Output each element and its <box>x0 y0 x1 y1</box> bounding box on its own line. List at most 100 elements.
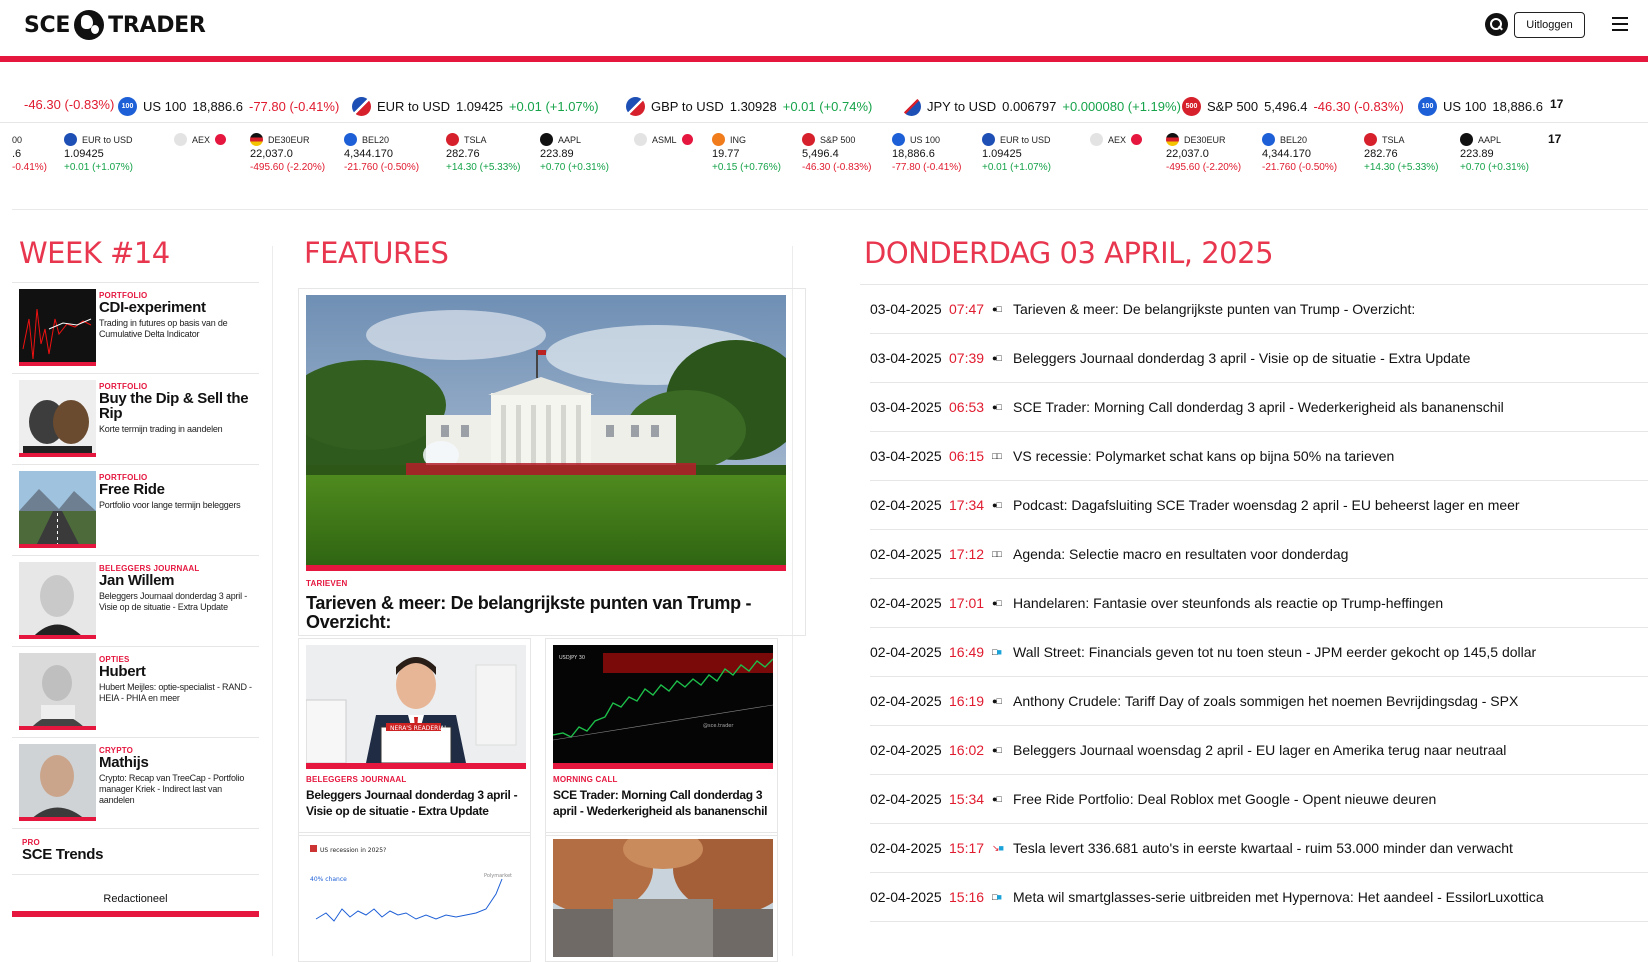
news-row[interactable]: 02-04-2025 17:12 □□ Agenda: Selectie macro … <box>870 530 1648 579</box>
white-house-image <box>306 295 786 565</box>
portfolio-card[interactable]: PORTFOLIO Free Ride Portfolio voor lange t… <box>12 465 259 556</box>
portfolio-title[interactable]: Free Ride <box>99 482 254 497</box>
news-title[interactable]: Wall Street: Financials geven tot nu toe… <box>1013 644 1536 660</box>
mini-ticker[interactable]: DE30EUR 22,037.0 -495.60 (-2.20%) <box>1166 132 1241 175</box>
news-title[interactable]: Beleggers Journaal donderdag 3 april - V… <box>1013 350 1470 366</box>
news-title[interactable]: SCE Trader: Morning Call donderdag 3 apr… <box>1013 399 1504 415</box>
feature-card-recession[interactable]: US recession in 2025? 40% chance Polymar… <box>298 832 531 962</box>
globe-icon <box>74 10 105 40</box>
feature-title[interactable]: Beleggers Journaal donderdag 3 april - V… <box>306 787 523 819</box>
ticker-item[interactable]: 100 US 100 18,886.6 <box>1418 97 1549 116</box>
ticker-item[interactable]: JPY to USD 0.006797 +0.000080 (+1.19%) <box>902 97 1181 116</box>
mini-ticker[interactable]: AEX <box>1090 132 1143 147</box>
mini-ticker[interactable]: US 100 18,886.6 -77.80 (-0.41%) <box>892 132 961 175</box>
feature-card-morning-call[interactable]: USDJPY 30 @sce.trader MORNING CALL SCE T… <box>545 638 778 836</box>
market-icon <box>540 133 553 146</box>
portfolio-card[interactable]: BELEGGERS JOURNAAL Jan Willem Beleggers Jo… <box>12 556 259 647</box>
mini-ticker[interactable]: AAPL 223.89 +0.70 (+0.31%) <box>1460 132 1529 175</box>
portfolio-title[interactable]: Mathijs <box>99 755 254 770</box>
mini-ticker-value: 1.09425 <box>982 148 1022 160</box>
feature-main-card[interactable]: TARIEVEN Tarieven & meer: De belangrijks… <box>298 288 806 636</box>
portfolio-title[interactable]: CDI-experiment <box>99 300 254 315</box>
mini-ticker[interactable]: TSLA 282.76 +14.30 (+5.33%) <box>446 132 521 175</box>
news-date: 02-04-2025 <box>870 595 942 611</box>
mini-ticker[interactable]: EUR to USD 1.09425 +0.01 (+1.07%) <box>64 132 133 175</box>
news-title[interactable]: Podcast: Dagafsluiting SCE Trader woensd… <box>1013 497 1520 513</box>
tradingview-icon[interactable]: 17 <box>1548 132 1561 148</box>
mini-ticker[interactable]: EUR to USD 1.09425 +0.01 (+1.07%) <box>982 132 1051 175</box>
ticker-item[interactable]: 500 S&P 500 5,496.4 -46.30 (-0.83%) <box>1182 97 1404 116</box>
mini-ticker-name: TSLA <box>1382 134 1405 145</box>
mini-ticker-value: 1.09425 <box>64 148 104 160</box>
mini-ticker[interactable]: AEX <box>174 132 227 147</box>
news-title[interactable]: Meta wil smartglasses-serie uitbreiden m… <box>1013 889 1544 905</box>
menu-icon[interactable] <box>1612 17 1628 31</box>
feature-title[interactable]: Tarieven & meer: De belangrijkste punten… <box>306 594 798 632</box>
mini-ticker[interactable]: BEL20 4,344.170 -21.760 (-0.50%) <box>1262 132 1337 175</box>
news-title[interactable]: Beleggers Journaal woensdag 2 april - EU… <box>1013 742 1506 758</box>
mini-ticker[interactable]: S&P 500 5,496.4 -46.30 (-0.83%) <box>802 132 871 175</box>
site-logo[interactable]: SCE TRADER <box>24 10 206 40</box>
news-row[interactable]: 03-04-2025 06:53 ●□ SCE Trader: Morning Cal… <box>870 383 1648 432</box>
mini-ticker[interactable]: BEL20 4,344.170 -21.760 (-0.50%) <box>344 132 419 175</box>
mini-ticker[interactable]: DE30EUR 22,037.0 -495.60 (-2.20%) <box>250 132 325 175</box>
ticker-item[interactable]: -46.30 (-0.83%) <box>12 97 114 112</box>
tab-redactioneel[interactable]: Redactioneel <box>12 875 259 905</box>
news-title[interactable]: Anthony Crudele: Tariff Day of zoals som… <box>1013 693 1518 709</box>
logo-text-right: TRADER <box>108 12 206 38</box>
ticker-item[interactable]: GBP to USD 1.30928 +0.01 (+0.74%) <box>626 97 872 116</box>
portfolio-title[interactable]: Jan Willem <box>99 573 254 588</box>
news-title[interactable]: Tarieven & meer: De belangrijkste punten… <box>1013 301 1415 317</box>
ticker-item[interactable]: 100 US 100 18,886.6 -77.80 (-0.41%) <box>118 97 339 116</box>
portfolio-card[interactable]: PORTFOLIO CDI-experiment Trading in future… <box>12 283 259 374</box>
mini-ticker-value: 223.89 <box>540 148 574 160</box>
news-date: 02-04-2025 <box>870 497 942 513</box>
feature-title[interactable]: SCE Trader: Morning Call donderdag 3 apr… <box>553 787 770 819</box>
logout-button[interactable]: Uitloggen <box>1514 12 1585 38</box>
news-type-icon: ↘■ <box>992 842 1004 853</box>
ticker-item[interactable]: EUR to USD 1.09425 +0.01 (+1.07%) <box>352 97 599 116</box>
portfolio-card[interactable]: PORTFOLIO Buy the Dip & Sell the Rip Korte… <box>12 374 259 465</box>
image-accent-bar <box>306 763 526 769</box>
mini-ticker-value: 22,037.0 <box>250 148 293 160</box>
news-row[interactable]: 02-04-2025 17:01 ●□ Handelaren: Fantasie ov… <box>870 579 1648 628</box>
mini-ticker[interactable]: AAPL 223.89 +0.70 (+0.31%) <box>540 132 609 175</box>
mini-ticker-value: 282.76 <box>1364 148 1398 160</box>
mini-ticker[interactable]: TSLA 282.76 +14.30 (+5.33%) <box>1364 132 1439 175</box>
tradingview-icon[interactable]: 17 <box>1550 97 1563 111</box>
pro-card[interactable]: PRO SCE Trends <box>12 829 259 875</box>
mini-ticker-change: -495.60 (-2.20%) <box>250 162 326 173</box>
news-row[interactable]: 03-04-2025 06:15 □□ VS recessie: Polymarket… <box>870 432 1648 481</box>
news-time: 15:16 <box>949 889 985 905</box>
mini-ticker-change: +14.30 (+5.33%) <box>446 162 521 173</box>
news-type-icon: ●□ <box>992 696 1002 706</box>
feature-card-journaal[interactable]: NERA'S READERIAL BELEGGERS JOURNAAL Bele… <box>298 638 531 836</box>
news-row[interactable]: 02-04-2025 16:19 ●□ Anthony Crudele: Tariff… <box>870 677 1648 726</box>
recession-chart-caption: US recession in 2025? <box>320 847 386 854</box>
news-title[interactable]: Free Ride Portfolio: Deal Roblox met Goo… <box>1013 791 1436 807</box>
feature-card-street[interactable] <box>545 832 778 962</box>
portfolio-title[interactable]: Hubert <box>99 664 254 679</box>
news-row[interactable]: 02-04-2025 16:49 □■ Wall Street: Financials… <box>870 628 1648 677</box>
search-icon[interactable] <box>1485 13 1508 36</box>
news-row[interactable]: 02-04-2025 15:17 ↘■ Tesla levert 336.681 au… <box>870 824 1648 873</box>
mini-ticker[interactable]: ING 19.77 +0.15 (+0.76%) <box>712 132 781 175</box>
mini-ticker-change: -21.760 (-0.50%) <box>1262 162 1338 173</box>
news-row[interactable]: 02-04-2025 15:16 □■ Meta wil smartglasses-s… <box>870 873 1648 922</box>
alert-icon <box>681 134 693 145</box>
news-title[interactable]: Agenda: Selectie macro en resultaten voo… <box>1013 546 1348 562</box>
news-row[interactable]: 02-04-2025 16:02 ●□ Beleggers Journaal woen… <box>870 726 1648 775</box>
news-title[interactable]: VS recessie: Polymarket schat kans op bi… <box>1013 448 1394 464</box>
news-row[interactable]: 03-04-2025 07:47 ●□ Tarieven & meer: De bel… <box>870 285 1648 334</box>
news-row[interactable]: 03-04-2025 07:39 ●□ Beleggers Journaal dond… <box>870 334 1648 383</box>
portfolio-card[interactable]: OPTIES Hubert Hubert Meijles: optie-specia… <box>12 647 259 738</box>
news-row[interactable]: 02-04-2025 15:34 ●□ Free Ride Portfolio: De… <box>870 775 1648 824</box>
news-title[interactable]: Tesla levert 336.681 auto's in eerste kw… <box>1013 840 1513 856</box>
news-row[interactable]: 02-04-2025 17:34 ●□ Podcast: Dagafsluiting … <box>870 481 1648 530</box>
mini-ticker[interactable]: 00 .6 -0.41%) <box>12 132 47 175</box>
portfolio-title[interactable]: Buy the Dip & Sell the Rip <box>99 391 254 421</box>
portfolio-card[interactable]: CRYPTO Mathijs Crypto: Recap van TreeCap -… <box>12 738 259 829</box>
mini-ticker[interactable]: ASML <box>634 132 693 147</box>
market-icon <box>250 133 263 146</box>
news-title[interactable]: Handelaren: Fantasie over steunfonds als… <box>1013 595 1443 611</box>
